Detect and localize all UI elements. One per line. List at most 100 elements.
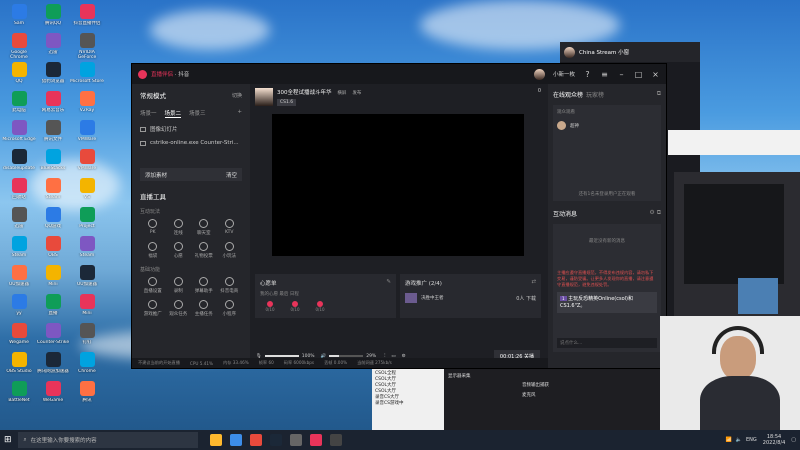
help-icon[interactable]: ? [583,70,592,79]
desktop-icon[interactable]: 抖音直播伴侣 [70,4,104,31]
desktop-icon[interactable]: 猎豹浏览器 [36,62,70,89]
desktop-icon[interactable]: 钉钉 [70,323,104,350]
desktop-icon[interactable]: UU加速器 [70,265,104,292]
clear-button[interactable]: 清空 [226,171,237,179]
mode-switch-button[interactable]: 切换 [232,92,242,99]
obs-sources-list[interactable]: CSOL全程 CSOL大厅 CSOL大厅 CSOL大厅 录音CS大厅 录音CS游戏中 [372,369,444,430]
maximize-button[interactable]: □ [634,70,643,79]
tool-button[interactable]: 主播任务 [191,300,217,317]
wish-gift[interactable]: 0/10 [310,301,330,312]
desktop-icon[interactable]: Sam [2,4,36,31]
ime-indicator[interactable]: ENG [746,437,757,443]
desktop-icon[interactable]: yy [2,294,36,321]
blank-window[interactable] [668,130,800,155]
steam-icon[interactable] [269,434,282,446]
tool-button[interactable]: PK [140,219,166,236]
desktop-icon[interactable]: Steam [2,236,36,263]
stream-cover[interactable] [255,88,273,106]
live-companion-icon[interactable] [309,434,322,446]
desktop-icon[interactable]: NVIDIA GeForce [70,33,104,60]
desktop-icon[interactable]: VMWare [70,120,104,147]
desktop-icon[interactable]: V2Ray [70,91,104,118]
desktop-icon[interactable]: Mini [36,265,70,292]
desktop-icon[interactable]: disableupdate [2,149,36,176]
desktop-icon[interactable]: VMWare [70,149,104,176]
tool-button[interactable]: 小玩法 [217,242,243,259]
wish-list-card[interactable]: 心愿单 ✎ 我的心愿 最后 日程 0/10 0/10 0/10 [255,274,396,318]
game-promo-card[interactable]: 游戏推广 (2/4) ⇄ 决胜中王者 0人 下载 [400,274,541,318]
source-item[interactable]: 图像幻灯片 [140,125,242,133]
edit-icon[interactable]: ✎ [386,279,391,287]
clock[interactable]: 18:54 2022/8/4 [763,434,785,446]
desktop-icon[interactable]: 腾讯网游加速器 [36,352,70,379]
network-icon[interactable]: 📶 [726,437,732,443]
audience-user[interactable]: 超神 [557,121,657,130]
settings-icon[interactable]: ⚙ ⧉ [649,209,661,218]
desktop-icon[interactable]: 回收站 [2,178,36,205]
desktop-icon[interactable]: Steam [36,178,70,205]
tool-button[interactable]: 礼物投票 [191,242,217,259]
chat-message[interactable]: 1 主玩反恐精英Online(csol)和CS1.6"Z。 [557,292,657,313]
desktop-icon[interactable]: Counter-Strike [36,323,70,350]
desktop-icon[interactable]: 迅雷 [36,33,70,60]
audience-sub-tab[interactable]: 玩家榜 [586,90,604,99]
obs-icon[interactable] [289,434,302,446]
desktop-icon[interactable]: Mini [70,294,104,321]
desktop-icon[interactable]: Microsoft Store [70,62,104,89]
audience-tab[interactable]: 观众观看 [557,109,657,115]
chrome-icon[interactable] [249,434,262,446]
desktop-icon[interactable]: 腾讯QQ [36,4,70,31]
username[interactable]: 小新一枚 [553,70,575,78]
tool-button[interactable]: 聊天室 [191,219,217,236]
desktop-icon[interactable]: 迅雷 [2,207,36,234]
desktop-icon[interactable]: Microsoft Edge [2,120,36,147]
obs-mixer-desktop[interactable]: 音频输出捕获 [522,381,662,391]
desktop-icon[interactable]: Chrome [70,352,104,379]
desktop-icon[interactable]: Project [70,207,104,234]
speaker-volume-slider[interactable] [329,355,364,357]
popout-icon[interactable]: ⧉ [657,90,661,99]
tool-button[interactable]: 小程序 [217,300,243,317]
stream-tag[interactable]: CS1.6 [277,99,297,106]
orientation-button[interactable]: 横屏 [337,91,346,96]
tool-button[interactable]: 福袋 [140,242,166,259]
swap-icon[interactable]: ⇄ [531,279,536,287]
tool-button[interactable]: 心愿 [166,242,192,259]
desktop-icon[interactable]: QQ游戏 [36,207,70,234]
tool-button[interactable]: 弹幕助手 [191,277,217,294]
desktop-icon[interactable]: BattleNet [2,381,36,408]
desktop-icon[interactable]: Wegame [2,323,36,350]
desktop-icon[interactable]: 腾讯 [70,381,104,408]
desktop-icon[interactable]: 腾讯文件 [36,120,70,147]
add-scene-icon[interactable]: + [237,109,242,118]
desktop-icon[interactable]: VS [70,178,104,205]
add-material-button[interactable]: 添加素材 清空 [140,168,242,181]
desktop-icon[interactable]: QQ [2,62,36,89]
volume-icon[interactable]: 🔈 [736,437,742,443]
desktop-icon[interactable]: BlueStacks [36,149,70,176]
wish-gift[interactable]: 0/10 [285,301,305,312]
notification-icon[interactable]: ▢ [791,437,796,443]
desktop-icon[interactable]: Steam [70,236,104,263]
desktop-icon[interactable]: WeGame [36,381,70,408]
message-input[interactable]: 说点什么... [557,338,657,348]
minimize-button[interactable]: – [617,70,626,79]
desktop-icon[interactable]: UU加速器 [2,265,36,292]
desktop-icon[interactable]: OBS Studio [2,352,36,379]
wish-gift[interactable]: 0/10 [260,301,280,312]
tool-button[interactable]: 录制 [166,277,192,294]
obs-scene-item[interactable]: 显示器采集 [448,369,488,430]
taskbar-search[interactable]: ⌕ 在这里输入你要搜索的内容 [17,432,198,448]
scene-tab[interactable]: 场景三 [189,109,206,118]
obs-source-item[interactable]: 录音CS游戏中 [375,401,441,407]
close-button[interactable]: × [651,70,660,79]
terminal-icon[interactable] [329,434,342,446]
tool-button[interactable]: 抖音电商 [217,277,243,294]
tool-button[interactable]: KTV [217,219,243,236]
menu-icon[interactable]: ≡ [600,70,609,79]
scene-tab[interactable]: 场景二 [164,109,182,118]
edge-icon[interactable] [229,434,242,446]
tool-button[interactable]: 直播设置 [140,277,166,294]
stream-title[interactable]: 300全程试播战斗年华 [277,90,332,96]
obs-mixer-mic[interactable]: 麦克风 [522,391,662,401]
